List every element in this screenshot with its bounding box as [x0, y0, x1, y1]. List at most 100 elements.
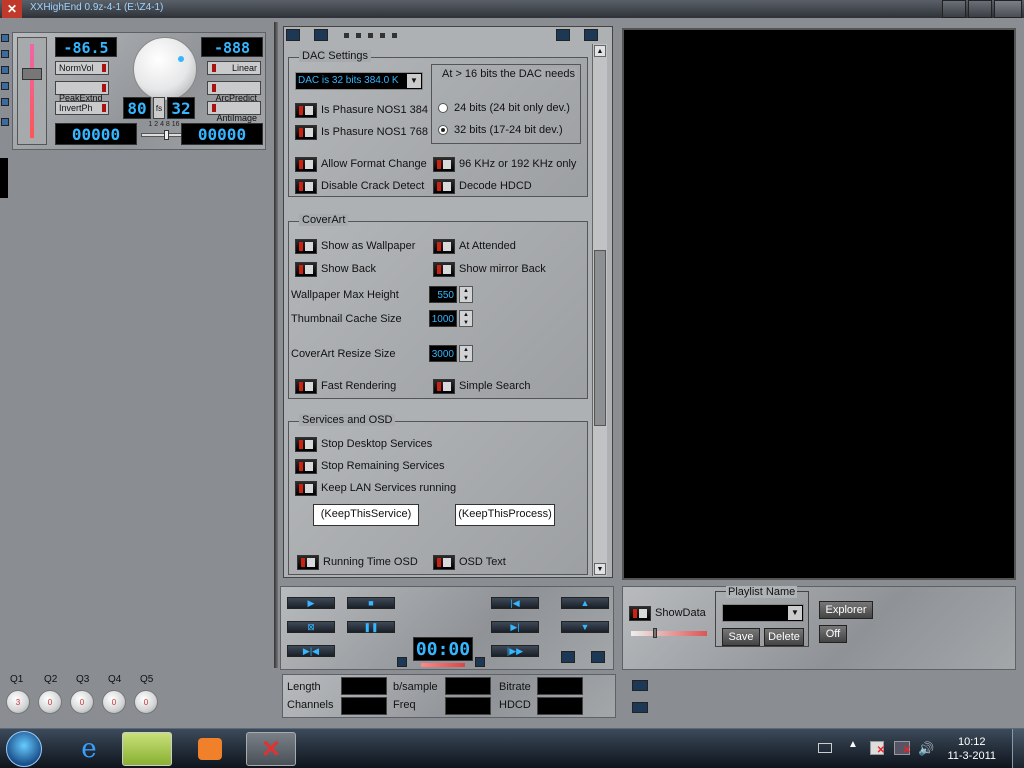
chk-keep-lan-services[interactable]: Keep LAN Services running [295, 480, 456, 496]
chk-running-time-osd[interactable]: Running Time OSD [297, 554, 418, 570]
playlist-name-select[interactable]: ▼ [722, 604, 804, 622]
keyboard-icon[interactable] [818, 743, 832, 753]
window-icon[interactable] [591, 651, 605, 663]
down-button[interactable]: ▼ [561, 621, 609, 633]
chk-fast-rendering[interactable]: Fast Rendering [295, 378, 396, 394]
next-button[interactable]: ▶| [491, 621, 539, 633]
internet-explorer-icon[interactable]: e [64, 732, 114, 766]
chk-allow-format-change[interactable]: Allow Format Change [295, 156, 427, 172]
off-button[interactable]: Off [819, 625, 847, 643]
tray-expand-icon[interactable]: ▲ [848, 739, 858, 750]
dac-select[interactable]: DAC is 32 bits 384.0 K ▼ [295, 72, 423, 90]
q5-knob[interactable]: 0 [134, 690, 158, 714]
arcpredict-toggle[interactable]: ArcPredict [207, 81, 261, 103]
chk-nos1-768[interactable]: Is Phasure NOS1 768 [295, 124, 428, 140]
radio-24-bits[interactable]: 24 bits (24 bit only dev.) [438, 101, 570, 115]
chk-disable-crack-detect[interactable]: Disable Crack Detect [295, 178, 424, 194]
maximize-button[interactable] [968, 0, 992, 18]
grid-icon[interactable] [561, 651, 575, 663]
edge-button[interactable] [1, 118, 9, 126]
start-button[interactable] [6, 731, 42, 767]
chk-96k-192k[interactable]: 96 KHz or 192 KHz only [433, 156, 576, 172]
chevron-down-icon[interactable]: ▼ [788, 606, 802, 620]
peakextnd-toggle[interactable]: PeakExtnd [55, 81, 109, 103]
resample-slider[interactable] [141, 130, 185, 140]
info-icon-2[interactable] [632, 702, 648, 713]
thumbnail-cache-stepper[interactable]: ▲ ▼ [459, 310, 473, 327]
seek-forward-icon[interactable] [475, 657, 485, 667]
linear-toggle[interactable]: Linear [207, 61, 261, 75]
chk-simple-search[interactable]: Simple Search [433, 378, 531, 394]
volume-fader[interactable] [17, 37, 47, 145]
chk-stop-remaining-services[interactable]: Stop Remaining Services [295, 458, 445, 474]
minimize-button[interactable] [942, 0, 966, 18]
edge-button[interactable] [1, 34, 9, 42]
show-desktop-button[interactable] [1012, 729, 1024, 768]
scroll-up-icon[interactable]: ▲ [594, 45, 606, 57]
chk-at-attended[interactable]: At Attended [433, 238, 516, 254]
stop-button[interactable]: ■ [347, 597, 395, 609]
edge-button[interactable] [1, 98, 9, 106]
repeat-button[interactable]: ▶|◀ [287, 645, 335, 657]
edge-button[interactable] [1, 82, 9, 90]
fader-thumb[interactable] [22, 68, 42, 80]
coverart-resize-stepper[interactable]: ▲ ▼ [459, 345, 473, 362]
radio-32-bits[interactable]: 32 bits (17-24 bit dev.) [438, 123, 563, 137]
edge-button[interactable] [1, 66, 9, 74]
settings-scrollbar[interactable]: ▲ ▼ [592, 44, 607, 576]
action-center-icon[interactable]: ✕ [870, 741, 885, 756]
chk-show-mirror-back[interactable]: Show mirror Back [433, 261, 546, 277]
keep-this-process-button[interactable]: (KeepThisProcess) [455, 504, 555, 526]
chk-stop-desktop-services[interactable]: Stop Desktop Services [295, 436, 432, 452]
edge-button[interactable] [1, 50, 9, 58]
explorer-button[interactable]: Explorer [819, 601, 873, 619]
dock-icon[interactable] [584, 29, 598, 41]
q4-knob[interactable]: 0 [102, 690, 126, 714]
scroll-thumb[interactable] [594, 250, 606, 426]
screen-icon[interactable] [314, 29, 328, 41]
taskbar-clock[interactable]: 10:12 11-3-2011 [947, 735, 996, 763]
wallpaper-max-height-input[interactable]: 550 [429, 286, 457, 303]
splitter[interactable] [274, 22, 278, 668]
normvol-toggle[interactable]: NormVol [55, 61, 109, 75]
explorer-folder-icon[interactable] [122, 732, 172, 766]
shuffle-button[interactable]: ⊠ [287, 621, 335, 633]
media-player-icon[interactable] [186, 732, 236, 766]
previous-button[interactable]: |◀ [491, 597, 539, 609]
info-icon-1[interactable] [632, 680, 648, 691]
delete-button[interactable]: Delete [764, 628, 804, 646]
fast-forward-button[interactable]: |▶▶ [491, 645, 539, 657]
scroll-down-icon[interactable]: ▼ [594, 563, 606, 575]
q1-knob[interactable]: 3 [6, 690, 30, 714]
volume-icon[interactable]: 🔊 [918, 741, 934, 757]
showdata-slider[interactable] [631, 628, 707, 638]
seek-back-icon[interactable] [397, 657, 407, 667]
network-icon[interactable]: ✕ [894, 741, 911, 756]
q2-knob[interactable]: 0 [38, 690, 62, 714]
chk-osd-text[interactable]: OSD Text [433, 554, 506, 570]
app-icon[interactable]: ✕ [2, 0, 22, 18]
chk-show-back[interactable]: Show Back [295, 261, 376, 277]
chk-showdata[interactable]: ShowData [629, 605, 706, 621]
chk-show-as-wallpaper[interactable]: Show as Wallpaper [295, 238, 415, 254]
keep-this-service-button[interactable]: (KeepThisService) [313, 504, 419, 526]
save-button[interactable]: Save [722, 628, 760, 646]
settings-icon[interactable] [286, 29, 300, 41]
up-button[interactable]: ▲ [561, 597, 609, 609]
antiimage-toggle[interactable]: AntiImage [207, 101, 261, 123]
thumbnail-cache-input[interactable]: 1000 [429, 310, 457, 327]
invertph-toggle[interactable]: InvertPh [55, 101, 109, 115]
close-button[interactable] [994, 0, 1022, 18]
chk-nos1-384[interactable]: Is Phasure NOS1 384 [295, 102, 428, 118]
close-settings-icon[interactable] [556, 29, 570, 41]
coverart-resize-input[interactable]: 3000 [429, 345, 457, 362]
xxhighend-task-icon[interactable]: ✕ [246, 732, 296, 766]
q3-knob[interactable]: 0 [70, 690, 94, 714]
seek-bar[interactable] [421, 663, 465, 667]
pause-button[interactable]: ❚❚ [347, 621, 395, 633]
chk-decode-hdcd[interactable]: Decode HDCD [433, 178, 532, 194]
page-dots[interactable] [344, 33, 404, 38]
volume-knob[interactable] [133, 37, 197, 101]
wallpaper-max-height-stepper[interactable]: ▲ ▼ [459, 286, 473, 303]
play-button[interactable]: ▶ [287, 597, 335, 609]
